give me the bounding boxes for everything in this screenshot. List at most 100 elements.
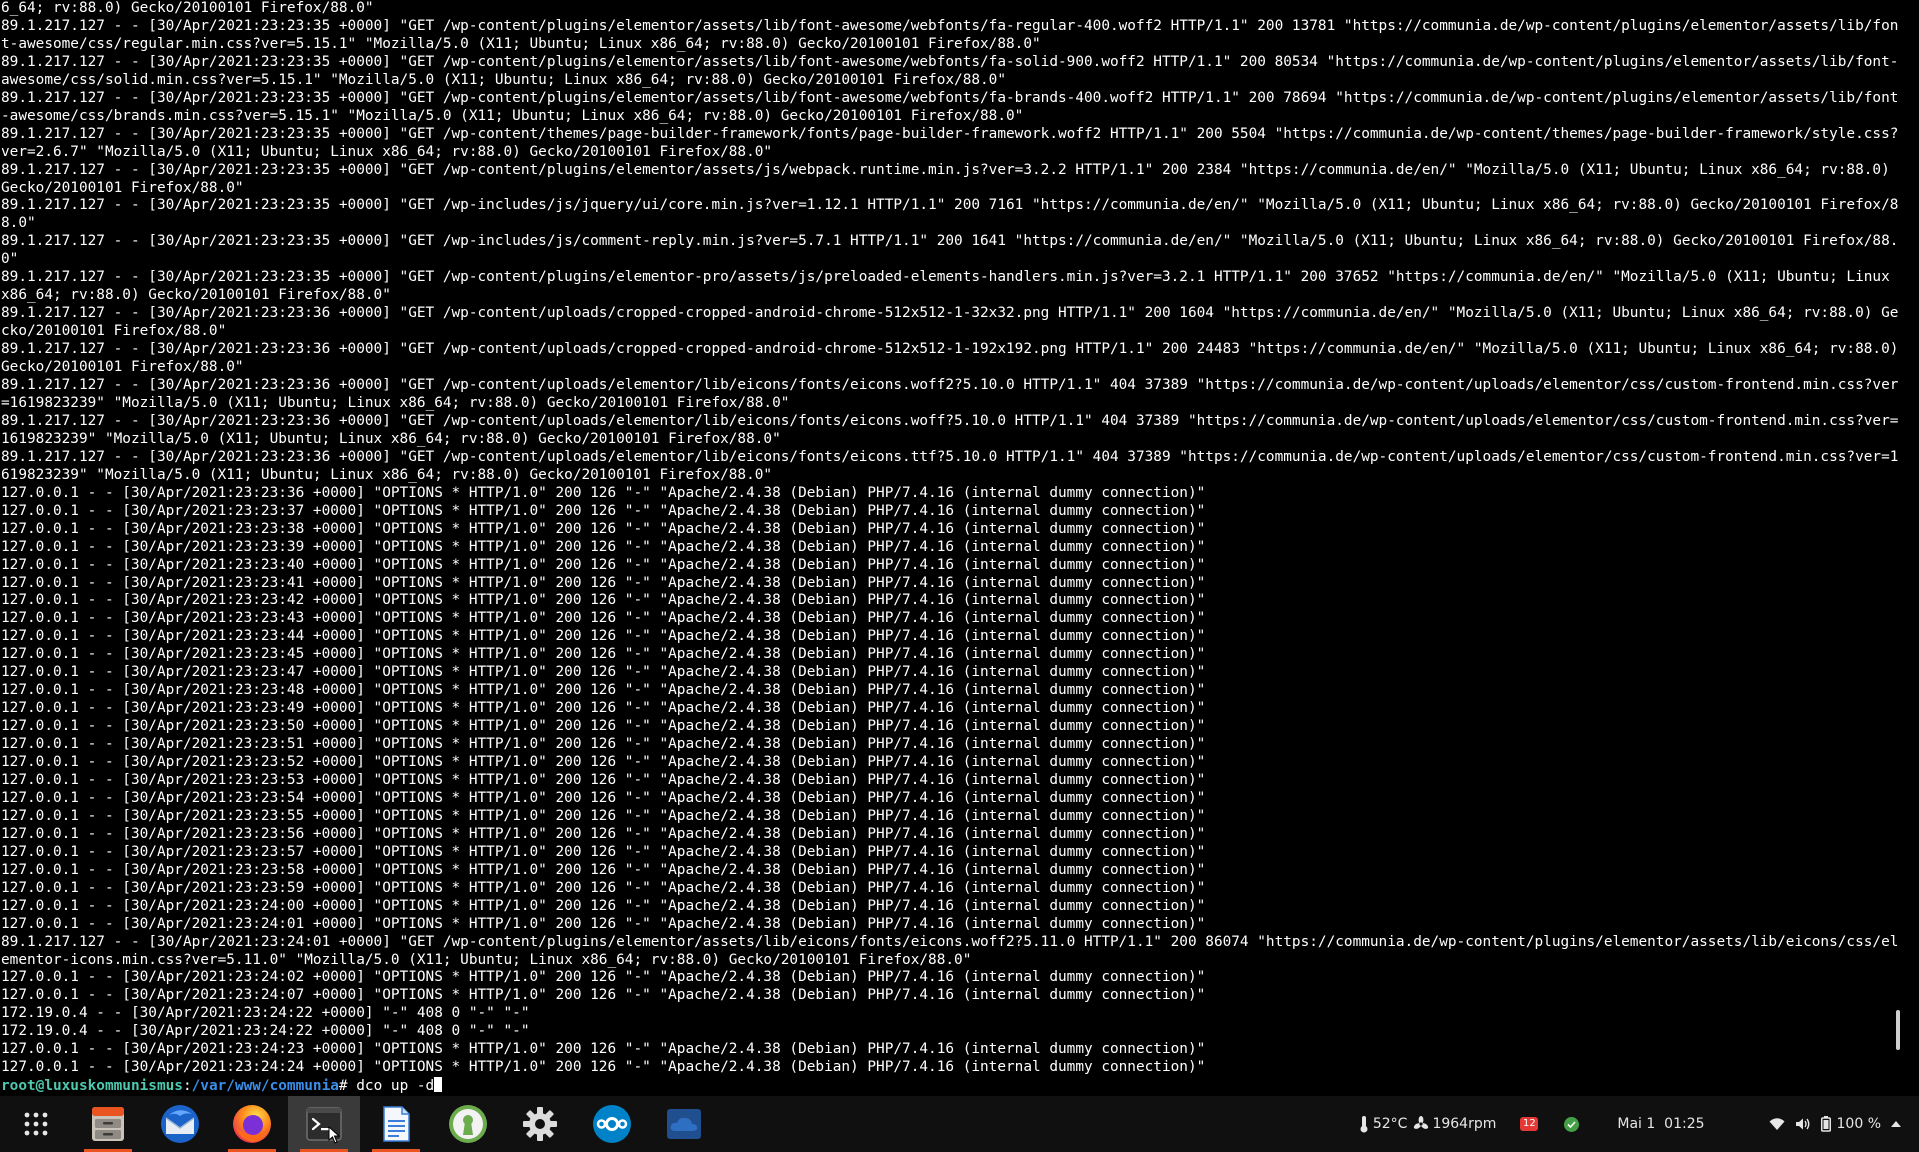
triangle-up-icon: [1891, 1121, 1901, 1127]
prompt-path: /var/www/communia: [191, 1078, 339, 1095]
clock[interactable]: Mai 1 01:25: [1617, 1116, 1704, 1132]
log-line: 89.1.217.127 - - [30/Apr/2021:23:23:36 +…: [1, 341, 1899, 376]
log-line: 89.1.217.127 - - [30/Apr/2021:23:23:35 +…: [1, 161, 1899, 196]
terminal-scrollbar[interactable]: [1894, 0, 1902, 1096]
log-line: 89.1.217.127 - - [30/Apr/2021:23:23:36 +…: [1, 448, 1899, 483]
log-line: 89.1.217.127 - - [30/Apr/2021:23:23:36 +…: [1, 377, 1899, 411]
document-icon: [383, 1106, 410, 1142]
thermometer-icon: [1360, 1116, 1368, 1133]
notification-count: 12: [1520, 1117, 1539, 1131]
log-line: 127.0.0.1 - - [30/Apr/2021:23:23:49 +000…: [1, 700, 1206, 717]
log-lines: 6_64; rv:88.0) Gecko/20100101 Firefox/88…: [1, 0, 1901, 1077]
log-line: 89.1.217.127 - - [30/Apr/2021:23:23:35 +…: [1, 125, 1899, 160]
log-line: 89.1.217.127 - - [30/Apr/2021:23:23:35 +…: [1, 17, 1899, 52]
system-menu-toggle[interactable]: [1891, 1120, 1901, 1128]
nextcloud-icon: [593, 1105, 631, 1143]
wifi-icon: [1769, 1118, 1785, 1130]
log-line: 127.0.0.1 - - [30/Apr/2021:23:24:01 +000…: [1, 915, 1206, 932]
cloud-icon: [667, 1109, 701, 1139]
terminal-output[interactable]: 6_64; rv:88.0) Gecko/20100101 Firefox/88…: [0, 0, 1901, 1096]
log-line: 127.0.0.1 - - [30/Apr/2021:23:23:42 +000…: [1, 592, 1206, 609]
clock-datetime: Mai 1 01:25: [1617, 1116, 1705, 1132]
update-status[interactable]: [1564, 1116, 1580, 1132]
log-line: 89.1.217.127 - - [30/Apr/2021:23:23:35 +…: [1, 233, 1899, 268]
log-line: 127.0.0.1 - - [30/Apr/2021:23:23:47 +000…: [1, 664, 1206, 681]
log-line: 127.0.0.1 - - [30/Apr/2021:23:23:45 +000…: [1, 646, 1206, 663]
log-line: 89.1.217.127 - - [30/Apr/2021:23:24:01 +…: [1, 933, 1899, 968]
fan-icon: [1414, 1116, 1429, 1129]
log-line: 127.0.0.1 - - [30/Apr/2021:23:23:38 +000…: [1, 520, 1206, 537]
log-line: 127.0.0.1 - - [30/Apr/2021:23:23:41 +000…: [1, 574, 1206, 591]
log-line: 127.0.0.1 - - [30/Apr/2021:23:23:40 +000…: [1, 556, 1206, 573]
log-line: 172.19.0.4 - - [30/Apr/2021:23:24:22 +00…: [1, 1023, 530, 1040]
mail-bird-icon: [161, 1105, 199, 1143]
log-line: 127.0.0.1 - - [30/Apr/2021:23:23:58 +000…: [1, 861, 1206, 878]
keepassxc-app[interactable]: [432, 1096, 504, 1152]
log-line: 127.0.0.1 - - [30/Apr/2021:23:24:24 +000…: [1, 1059, 1206, 1076]
libreoffice-writer-app[interactable]: [360, 1096, 432, 1152]
app-grid-button[interactable]: [0, 1096, 72, 1152]
log-line: 127.0.0.1 - - [30/Apr/2021:23:23:39 +000…: [1, 538, 1206, 555]
log-line: 127.0.0.1 - - [30/Apr/2021:23:23:37 +000…: [1, 502, 1206, 519]
fan-speed-value: 1964rpm: [1432, 1116, 1497, 1132]
log-line: 89.1.217.127 - - [30/Apr/2021:23:23:35 +…: [1, 89, 1899, 124]
mouse-pointer-icon: [328, 1126, 341, 1144]
log-line: 127.0.0.1 - - [30/Apr/2021:23:23:55 +000…: [1, 807, 1206, 824]
log-line: 127.0.0.1 - - [30/Apr/2021:23:24:07 +000…: [1, 987, 1206, 1004]
command-input[interactable]: dco up -d: [356, 1078, 434, 1094]
battery-indicator[interactable]: 100 %: [1820, 1116, 1881, 1132]
battery-percentage: 100 %: [1836, 1116, 1881, 1132]
terminal-app[interactable]: [288, 1096, 360, 1152]
terminal-window[interactable]: 6_64; rv:88.0) Gecko/20100101 Firefox/88…: [0, 0, 1906, 1096]
log-line: 127.0.0.1 - - [30/Apr/2021:23:23:57 +000…: [1, 843, 1206, 860]
log-line: 127.0.0.1 - - [30/Apr/2021:23:23:52 +000…: [1, 754, 1206, 771]
log-line: 127.0.0.1 - - [30/Apr/2021:23:24:00 +000…: [1, 897, 1206, 914]
nextcloud-app[interactable]: [576, 1096, 648, 1152]
check-icon: [1564, 1116, 1580, 1132]
log-line: 127.0.0.1 - - [30/Apr/2021:23:23:53 +000…: [1, 771, 1206, 788]
log-line: 6_64; rv:88.0) Gecko/20100101 Firefox/88…: [1, 0, 374, 16]
text-cursor: [434, 1077, 443, 1093]
firefox-icon: [233, 1105, 271, 1143]
files-app[interactable]: [72, 1096, 144, 1152]
settings-app[interactable]: [504, 1096, 576, 1152]
log-line: 89.1.217.127 - - [30/Apr/2021:23:23:35 +…: [1, 53, 1899, 88]
log-line: 172.19.0.4 - - [30/Apr/2021:23:24:22 +00…: [1, 1005, 530, 1022]
thunderbird-app[interactable]: [144, 1096, 216, 1152]
log-line: 127.0.0.1 - - [30/Apr/2021:23:23:51 +000…: [1, 736, 1206, 753]
prompt-separator: :: [182, 1078, 192, 1095]
taskbar: 52°C 1964rpm 12 Mai 1 01:25 100 %: [0, 1096, 1919, 1152]
temperature-indicator[interactable]: 52°C 1964rpm: [1359, 1115, 1497, 1133]
log-line: 127.0.0.1 - - [30/Apr/2021:23:23:44 +000…: [1, 628, 1206, 645]
scrollbar-thumb[interactable]: [1896, 1010, 1900, 1050]
log-line: 89.1.217.127 - - [30/Apr/2021:23:23:36 +…: [1, 412, 1899, 447]
gear-icon: [523, 1107, 557, 1141]
speaker-icon: [1795, 1118, 1809, 1130]
log-line: 127.0.0.1 - - [30/Apr/2021:23:23:43 +000…: [1, 610, 1206, 627]
desktop-screen: 6_64; rv:88.0) Gecko/20100101 Firefox/88…: [0, 0, 1919, 1152]
log-line: 127.0.0.1 - - [30/Apr/2021:23:24:23 +000…: [1, 1041, 1206, 1058]
log-line: 89.1.217.127 - - [30/Apr/2021:23:23:35 +…: [1, 269, 1899, 304]
firefox-app[interactable]: [216, 1096, 288, 1152]
notification-badge[interactable]: 12: [1520, 1117, 1539, 1131]
file-cabinet-icon: [92, 1107, 124, 1141]
network-indicator[interactable]: [1769, 1117, 1785, 1131]
app-grid-icon: [24, 1112, 48, 1136]
log-line: 127.0.0.1 - - [30/Apr/2021:23:24:02 +000…: [1, 969, 1206, 986]
battery-icon: [1820, 1116, 1831, 1132]
prompt-symbol: #: [338, 1078, 357, 1095]
log-line: 127.0.0.1 - - [30/Apr/2021:23:23:48 +000…: [1, 682, 1206, 699]
prompt-line[interactable]: root@luxuskommunismus:/var/www/communia#…: [1, 1077, 1901, 1096]
log-line: 127.0.0.1 - - [30/Apr/2021:23:23:56 +000…: [1, 825, 1206, 842]
dock: [0, 1096, 720, 1152]
volume-indicator[interactable]: [1795, 1117, 1811, 1131]
log-line: 127.0.0.1 - - [30/Apr/2021:23:23:50 +000…: [1, 718, 1206, 735]
temperature-value: 52°C: [1372, 1116, 1408, 1132]
cloud-storage-app[interactable]: [648, 1096, 720, 1152]
keyhole-icon: [449, 1105, 487, 1143]
log-line: 89.1.217.127 - - [30/Apr/2021:23:23:36 +…: [1, 305, 1899, 340]
log-line: 89.1.217.127 - - [30/Apr/2021:23:23:35 +…: [1, 197, 1899, 232]
system-tray: 52°C 1964rpm 12 Mai 1 01:25 100 %: [1349, 1096, 1919, 1152]
prompt-user-host: root@luxuskommunismus: [1, 1078, 183, 1095]
log-line: 127.0.0.1 - - [30/Apr/2021:23:23:36 +000…: [1, 484, 1206, 501]
